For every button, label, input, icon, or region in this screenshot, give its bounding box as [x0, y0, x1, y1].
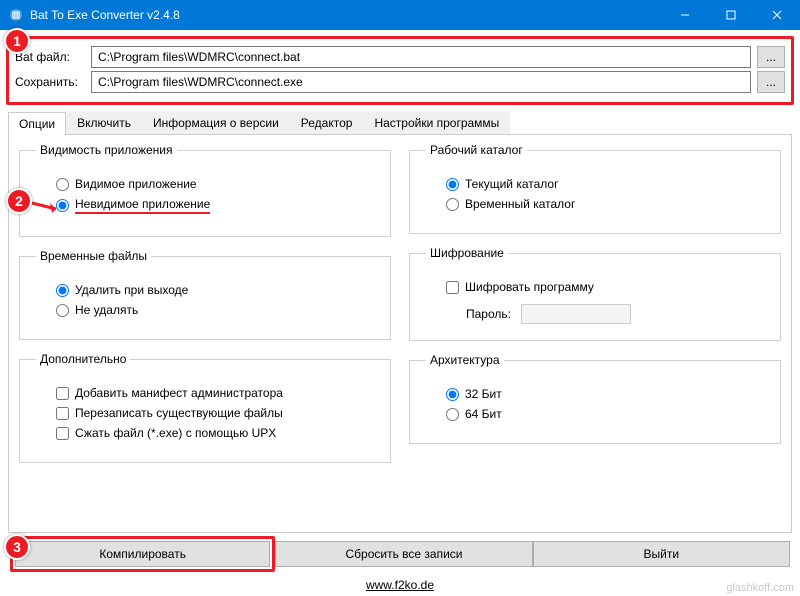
label-32bit: 32 Бит — [465, 387, 502, 401]
label-delete-on-exit: Удалить при выходе — [75, 283, 188, 297]
legend-workdir: Рабочий каталог — [426, 143, 527, 157]
footer-link[interactable]: www.f2ko.de — [366, 578, 434, 592]
check-overwrite[interactable] — [56, 407, 69, 420]
legend-encrypt: Шифрование — [426, 246, 508, 260]
check-encrypt[interactable] — [446, 281, 459, 294]
close-button[interactable] — [754, 0, 800, 30]
exit-button[interactable]: Выйти — [533, 541, 790, 567]
save-file-label: Сохранить: — [15, 75, 85, 89]
label-invisible-app: Невидимое приложение — [75, 197, 210, 214]
group-arch: Архитектура 32 Бит 64 Бит — [409, 353, 781, 444]
check-upx[interactable] — [56, 427, 69, 440]
legend-tempfiles: Временные файлы — [36, 249, 151, 263]
compile-button[interactable]: Компилировать — [15, 541, 270, 567]
tab-bar: Опции Включить Информация о версии Редак… — [8, 111, 792, 135]
annotation-arrow-icon — [30, 195, 66, 215]
annotation-badge-2: 2 — [6, 188, 32, 214]
bat-browse-button[interactable]: ... — [757, 46, 785, 68]
bottom-bar: Компилировать Сбросить все записи Выйти — [0, 536, 800, 572]
radio-current-dir[interactable] — [446, 178, 459, 191]
label-admin-manifest: Добавить манифест администратора — [75, 386, 283, 400]
file-paths-group: Bat файл: ... Сохранить: ... — [6, 36, 794, 105]
footer: www.f2ko.de — [0, 578, 800, 592]
bat-file-input[interactable] — [91, 46, 751, 68]
group-workdir: Рабочий каталог Текущий каталог Временны… — [409, 143, 781, 234]
maximize-button[interactable] — [708, 0, 754, 30]
tab-options[interactable]: Опции — [8, 112, 66, 135]
annotation-badge-3: 3 — [4, 534, 30, 560]
radio-keep-tempfiles[interactable] — [56, 304, 69, 317]
label-upx: Сжать файл (*.exe) с помощью UPX — [75, 426, 276, 440]
label-current-dir: Текущий каталог — [465, 177, 558, 191]
compile-highlight: Компилировать — [10, 536, 275, 572]
group-encrypt: Шифрование Шифровать программу Пароль: — [409, 246, 781, 341]
options-panel: Видимость приложения Видимое приложение … — [8, 135, 792, 533]
check-admin-manifest[interactable] — [56, 387, 69, 400]
app-icon — [8, 7, 24, 23]
radio-visible-app[interactable] — [56, 178, 69, 191]
tab-settings[interactable]: Настройки программы — [363, 111, 510, 134]
password-label: Пароль: — [466, 307, 511, 321]
radio-temp-dir[interactable] — [446, 198, 459, 211]
password-input[interactable] — [521, 304, 631, 324]
label-64bit: 64 Бит — [465, 407, 502, 421]
label-visible-app: Видимое приложение — [75, 177, 197, 191]
legend-extra: Дополнительно — [36, 352, 130, 366]
reset-button[interactable]: Сбросить все записи — [275, 541, 532, 567]
tab-version[interactable]: Информация о версии — [142, 111, 290, 134]
label-temp-dir: Временный каталог — [465, 197, 575, 211]
watermark: glashkoff.com — [726, 582, 794, 594]
legend-arch: Архитектура — [426, 353, 504, 367]
tab-editor[interactable]: Редактор — [290, 111, 364, 134]
group-extra: Дополнительно Добавить манифест админист… — [19, 352, 391, 463]
group-tempfiles: Временные файлы Удалить при выходе Не уд… — [19, 249, 391, 340]
label-overwrite: Перезаписать существующие файлы — [75, 406, 283, 420]
label-encrypt: Шифровать программу — [465, 280, 594, 294]
minimize-button[interactable] — [662, 0, 708, 30]
save-browse-button[interactable]: ... — [757, 71, 785, 93]
bat-file-label: Bat файл: — [15, 50, 85, 64]
radio-32bit[interactable] — [446, 388, 459, 401]
radio-64bit[interactable] — [446, 408, 459, 421]
group-visibility: Видимость приложения Видимое приложение … — [19, 143, 391, 237]
radio-delete-on-exit[interactable] — [56, 284, 69, 297]
legend-visibility: Видимость приложения — [36, 143, 177, 157]
titlebar: Bat To Exe Converter v2.4.8 — [0, 0, 800, 30]
label-keep-tempfiles: Не удалять — [75, 303, 138, 317]
window-title: Bat To Exe Converter v2.4.8 — [30, 8, 662, 22]
save-file-input[interactable] — [91, 71, 751, 93]
annotation-badge-1: 1 — [4, 28, 30, 54]
tab-include[interactable]: Включить — [66, 111, 142, 134]
